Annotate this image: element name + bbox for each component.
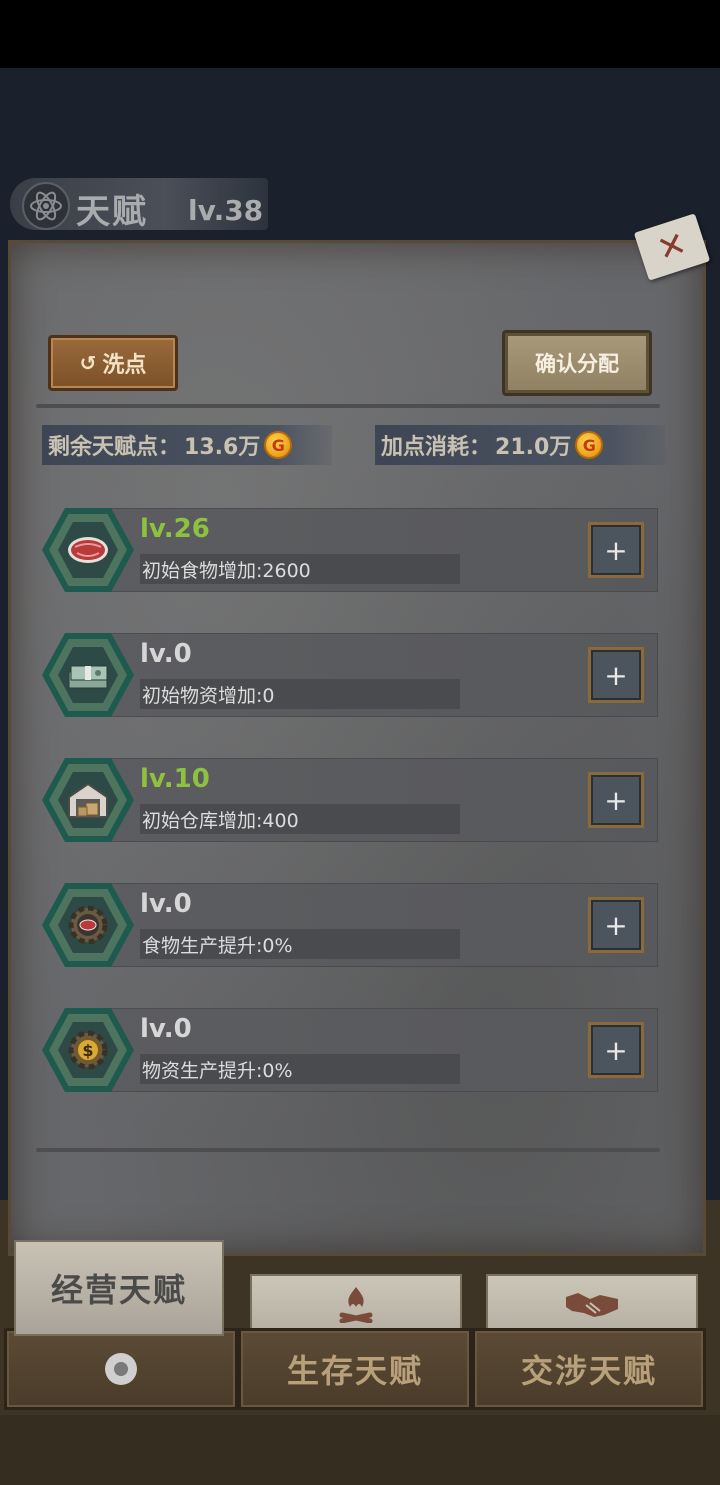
add-point-button[interactable]: +: [588, 647, 644, 703]
talent-description: 物资生产提升:0%: [140, 1054, 460, 1084]
food-gear-icon: [58, 897, 118, 953]
confirm-allocation-button[interactable]: 确认分配: [502, 330, 652, 396]
reset-icon: ↺: [79, 351, 97, 375]
talent-description: 食物生产提升:0%: [140, 929, 460, 959]
talent-level: lv.26: [140, 514, 210, 544]
tab-business-label: 经营天赋: [50, 1271, 187, 1309]
tab-survival-cap[interactable]: [250, 1274, 462, 1334]
add-point-button[interactable]: +: [588, 897, 644, 953]
talent-row: lv.0 食物生产提升:0% +: [42, 883, 658, 967]
add-point-button[interactable]: +: [588, 1022, 644, 1078]
talent-row: lv.26 初始食物增加:2600 +: [42, 508, 658, 592]
remaining-label: 剩余天赋点：: [48, 435, 181, 460]
cost-value: 21.0万: [495, 435, 572, 460]
tab-negotiation[interactable]: 交涉天赋: [472, 1328, 706, 1410]
radio-indicator-icon: [105, 1353, 137, 1385]
floor-bottom: [0, 1415, 720, 1485]
warehouse-icon: [58, 772, 118, 828]
tab-survival[interactable]: 生存天赋: [238, 1328, 472, 1410]
cash-stack-icon: [58, 647, 118, 703]
tab-negotiation-cap[interactable]: [486, 1274, 698, 1334]
svg-text:$: $: [82, 1041, 93, 1060]
talent-description: 初始物资增加:0: [140, 679, 460, 709]
reset-points-button[interactable]: ↺ 洗点: [48, 335, 178, 391]
talent-row: lv.10 初始仓库增加:400 +: [42, 758, 658, 842]
talent-level: lv.10: [140, 764, 210, 794]
talent-level: lv.0: [140, 639, 192, 669]
add-point-button[interactable]: +: [588, 522, 644, 578]
coin-icon: G: [575, 431, 604, 459]
money-gear-icon: $: [58, 1022, 118, 1078]
divider: [36, 404, 660, 408]
close-icon: ✕: [652, 223, 692, 271]
tab-business[interactable]: 经营天赋: [14, 1240, 224, 1336]
tab-survival-label: 生存天赋: [286, 1352, 423, 1390]
talent-row: lv.0 初始物资增加:0 +: [42, 633, 658, 717]
reset-label: 洗点: [102, 353, 147, 378]
campfire-icon: [339, 1287, 373, 1323]
confirm-label: 确认分配: [535, 352, 619, 376]
handshake-icon: [566, 1293, 618, 1317]
page-title: 天赋: [76, 192, 148, 232]
tab-negotiation-label: 交涉天赋: [520, 1352, 657, 1390]
talent-level: lv.0: [140, 889, 192, 919]
talent-level: lv.0: [140, 1014, 192, 1044]
steak-icon: [58, 522, 118, 578]
status-bar: [0, 0, 720, 68]
point-cost: 加点消耗： 21.0万 G: [375, 425, 665, 465]
remaining-points: 剩余天赋点： 13.6万 G: [42, 425, 332, 465]
divider: [36, 1148, 660, 1152]
cost-label: 加点消耗：: [381, 435, 492, 460]
atom-icon: [22, 182, 70, 230]
remaining-value: 13.6万: [184, 435, 261, 460]
add-point-button[interactable]: +: [588, 772, 644, 828]
talent-description: 初始仓库增加:400: [140, 804, 460, 834]
talent-row: $ lv.0 物资生产提升:0% +: [42, 1008, 658, 1092]
player-level: lv.38: [188, 194, 264, 227]
tab-business-base[interactable]: [4, 1328, 238, 1410]
coin-icon: G: [264, 431, 293, 459]
talent-description: 初始食物增加:2600: [140, 554, 460, 584]
